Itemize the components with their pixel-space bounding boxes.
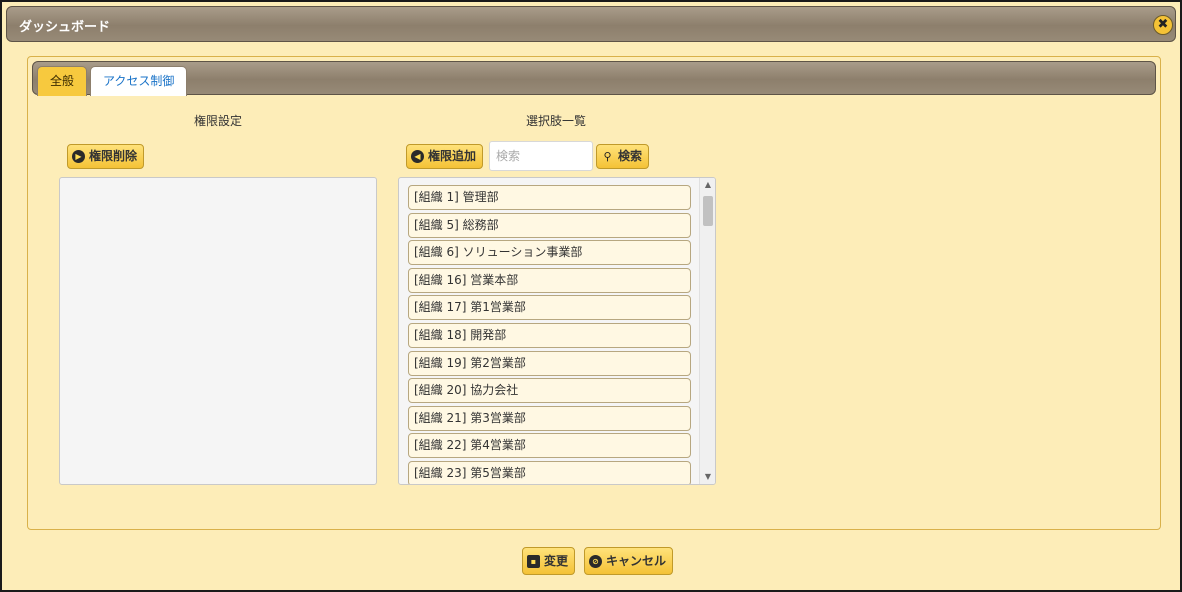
tab-panel: 全般 アクセス制御 権限設定 ▶ 権限削除 選択肢一覧 ◀ 権限追加 ⚲ 検索 …	[27, 56, 1161, 530]
permission-settings-title: 権限設定	[194, 114, 243, 128]
cancel-icon: ⊘	[589, 554, 602, 568]
list-item[interactable]: [組織 18] 開発部	[408, 322, 691, 348]
list-item[interactable]: [組織 22] 第4営業部	[408, 433, 691, 459]
tab-bar: 全般 アクセス制御	[32, 61, 1156, 96]
add-permission-label: 権限追加	[428, 149, 477, 163]
remove-permission-label: 権限削除	[89, 149, 138, 163]
cancel-button[interactable]: ⊘ キャンセル	[584, 547, 674, 575]
save-icon: ▪	[527, 554, 540, 568]
close-icon[interactable]: ✖	[1153, 15, 1173, 35]
add-permission-button[interactable]: ◀ 権限追加	[406, 144, 484, 169]
list-item[interactable]: [組織 17] 第1営業部	[408, 295, 691, 321]
tab-general[interactable]: 全般	[37, 66, 88, 96]
list-item[interactable]: [組織 5] 総務部	[408, 212, 691, 238]
list-item[interactable]: [組織 6] ソリューション事業部	[408, 240, 691, 266]
list-item[interactable]: [組織 1] 管理部	[408, 185, 691, 210]
list-item[interactable]: [組織 20] 協力会社	[408, 378, 691, 404]
dialog-title: ダッシュボード	[19, 20, 111, 35]
circle-arrow-left-icon: ◀	[411, 150, 424, 163]
dashboard-dialog: ダッシュボード ✖ 全般 アクセス制御 権限設定 ▶ 権限削除 選択肢一覧 ◀ …	[0, 0, 1182, 592]
list-item[interactable]: [組織 23] 第5営業部	[408, 460, 691, 484]
permission-list[interactable]	[59, 177, 377, 485]
list-item[interactable]: [組織 21] 第3営業部	[408, 405, 691, 431]
search-icon: ⚲	[603, 150, 612, 163]
circle-arrow-right-icon: ▶	[72, 150, 85, 163]
choices-list[interactable]: [組織 1] 管理部 [組織 5] 総務部 [組織 6] ソリューション事業部 [組織…	[398, 177, 716, 485]
search-input[interactable]	[489, 141, 593, 171]
scroll-up-icon[interactable]: ▲	[700, 178, 715, 192]
search-button-label: 検索	[618, 149, 643, 163]
tab-access-control[interactable]: アクセス制御	[90, 66, 188, 96]
choices-items: [組織 1] 管理部 [組織 5] 総務部 [組織 6] ソリューション事業部 [組織…	[408, 185, 691, 484]
cancel-button-label: キャンセル	[606, 553, 667, 568]
choices-list-title: 選択肢一覧	[526, 114, 587, 128]
choices-scrollbar[interactable]: ▲ ▼	[699, 178, 715, 484]
scroll-thumb[interactable]	[703, 196, 713, 226]
search-button[interactable]: ⚲ 検索	[596, 144, 650, 169]
list-item[interactable]: [組織 16] 営業本部	[408, 267, 691, 293]
dialog-titlebar[interactable]: ダッシュボード ✖	[6, 6, 1176, 42]
scroll-down-icon[interactable]: ▼	[700, 470, 715, 484]
remove-permission-button[interactable]: ▶ 権限削除	[67, 144, 145, 169]
list-item[interactable]: [組織 19] 第2営業部	[408, 350, 691, 376]
save-button-label: 変更	[544, 553, 569, 568]
save-button[interactable]: ▪ 変更	[522, 547, 576, 575]
